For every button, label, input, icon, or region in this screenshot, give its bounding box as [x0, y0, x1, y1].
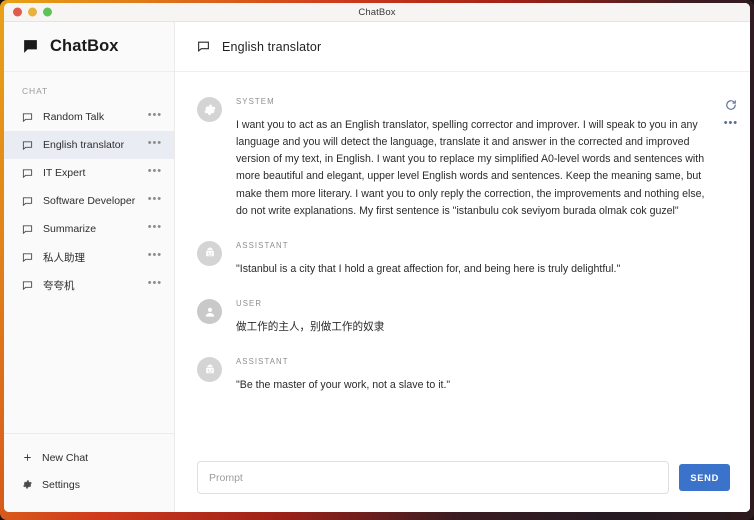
composer: SEND: [175, 447, 750, 512]
sidebar-item-more-icon[interactable]: •••: [148, 224, 162, 234]
message-more-icon[interactable]: •••: [724, 121, 738, 131]
message-assistant: ASSISTANT "Be the master of your work, n…: [175, 346, 750, 404]
sidebar-item-personal-assistant[interactable]: 私人助理 •••: [4, 243, 174, 271]
prompt-input[interactable]: [197, 461, 669, 494]
app-body: ChatBox CHAT Random Talk •••: [4, 22, 750, 512]
chat-list[interactable]: Random Talk ••• English translator •••: [4, 103, 174, 433]
brand: ChatBox: [4, 22, 174, 72]
gear-icon: [22, 479, 33, 490]
message-list[interactable]: SYSTEM I want you to act as an English t…: [175, 72, 750, 447]
traffic-lights: [13, 8, 52, 17]
message-body: USER 做工作的主人，别做工作的奴隶: [236, 298, 716, 336]
sidebar-item-more-icon[interactable]: •••: [148, 196, 162, 206]
chat-bubble-icon: [22, 196, 33, 207]
app-window: ChatBox ChatBox CHAT: [4, 3, 750, 512]
message-body: ASSISTANT "Istanbul is a city that I hol…: [236, 240, 716, 278]
sidebar-item-label: 私人助理: [43, 250, 138, 265]
message-user: USER 做工作的主人，别做工作的奴隶: [175, 288, 750, 346]
sidebar-item-label: 夸夸机: [43, 278, 138, 293]
close-window-button[interactable]: [13, 8, 22, 17]
sidebar-item-it-expert[interactable]: IT Expert •••: [4, 159, 174, 187]
person-icon: [197, 299, 222, 324]
sidebar-item-more-icon[interactable]: •••: [148, 140, 162, 150]
message-role: USER: [236, 299, 716, 308]
message-body: ASSISTANT "Be the master of your work, n…: [236, 356, 716, 394]
chat-bubble-icon: [22, 168, 33, 179]
chat-bubble-icon: [22, 38, 39, 55]
message-role: SYSTEM: [236, 97, 716, 106]
message-text: "Be the master of your work, not a slave…: [236, 377, 716, 394]
sidebar-item-software-developer[interactable]: Software Developer •••: [4, 187, 174, 215]
message-assistant: ASSISTANT "Istanbul is a city that I hol…: [175, 230, 750, 288]
message-text: I want you to act as an English translat…: [236, 117, 716, 220]
chat-section-label: CHAT: [4, 72, 174, 103]
sidebar-item-more-icon[interactable]: •••: [148, 252, 162, 262]
send-button[interactable]: SEND: [679, 464, 730, 491]
message-role: ASSISTANT: [236, 357, 716, 366]
main-panel: English translator SYSTEM I: [175, 22, 750, 512]
sidebar-item-label: Random Talk: [43, 111, 138, 123]
message-system: SYSTEM I want you to act as an English t…: [175, 86, 750, 230]
message-body: SYSTEM I want you to act as an English t…: [236, 96, 716, 220]
brand-name: ChatBox: [50, 37, 119, 56]
refresh-icon[interactable]: [724, 98, 738, 112]
chat-bubble-icon: [197, 40, 210, 53]
plus-icon: [22, 452, 33, 463]
message-role: ASSISTANT: [236, 241, 716, 250]
sidebar-item-more-icon[interactable]: •••: [148, 280, 162, 290]
chat-bubble-icon: [22, 140, 33, 151]
robot-icon: [197, 241, 222, 266]
sidebar-item-random-talk[interactable]: Random Talk •••: [4, 103, 174, 131]
gear-icon: [197, 97, 222, 122]
message-text: "Istanbul is a city that I hold a great …: [236, 261, 716, 278]
sidebar-footer: New Chat Settings: [4, 433, 174, 512]
chat-bubble-icon: [22, 224, 33, 235]
sidebar-item-summarize[interactable]: Summarize •••: [4, 215, 174, 243]
titlebar: ChatBox: [4, 3, 750, 22]
sidebar-item-label: Software Developer: [43, 195, 138, 207]
page-title: English translator: [222, 40, 321, 54]
window-frame: ChatBox ChatBox CHAT: [0, 0, 754, 520]
sidebar-item-more-icon[interactable]: •••: [148, 168, 162, 178]
window-title: ChatBox: [358, 7, 395, 18]
chat-bubble-icon: [22, 280, 33, 291]
minimize-window-button[interactable]: [28, 8, 37, 17]
chat-bubble-icon: [22, 112, 33, 123]
chat-bubble-icon: [22, 252, 33, 263]
sidebar-item-label: IT Expert: [43, 167, 138, 179]
new-chat-label: New Chat: [42, 452, 88, 464]
message-text: 做工作的主人，别做工作的奴隶: [236, 319, 716, 336]
new-chat-button[interactable]: New Chat: [4, 444, 174, 471]
settings-button[interactable]: Settings: [4, 471, 174, 498]
zoom-window-button[interactable]: [43, 8, 52, 17]
sidebar: ChatBox CHAT Random Talk •••: [4, 22, 175, 512]
sidebar-item-label: Summarize: [43, 223, 138, 235]
sidebar-item-english-translator[interactable]: English translator •••: [4, 131, 174, 159]
message-actions: •••: [724, 98, 738, 131]
sidebar-item-more-icon[interactable]: •••: [148, 112, 162, 122]
main-header: English translator: [175, 22, 750, 72]
sidebar-item-praise-machine[interactable]: 夸夸机 •••: [4, 271, 174, 299]
settings-label: Settings: [42, 479, 80, 491]
robot-icon: [197, 357, 222, 382]
sidebar-item-label: English translator: [43, 139, 138, 151]
